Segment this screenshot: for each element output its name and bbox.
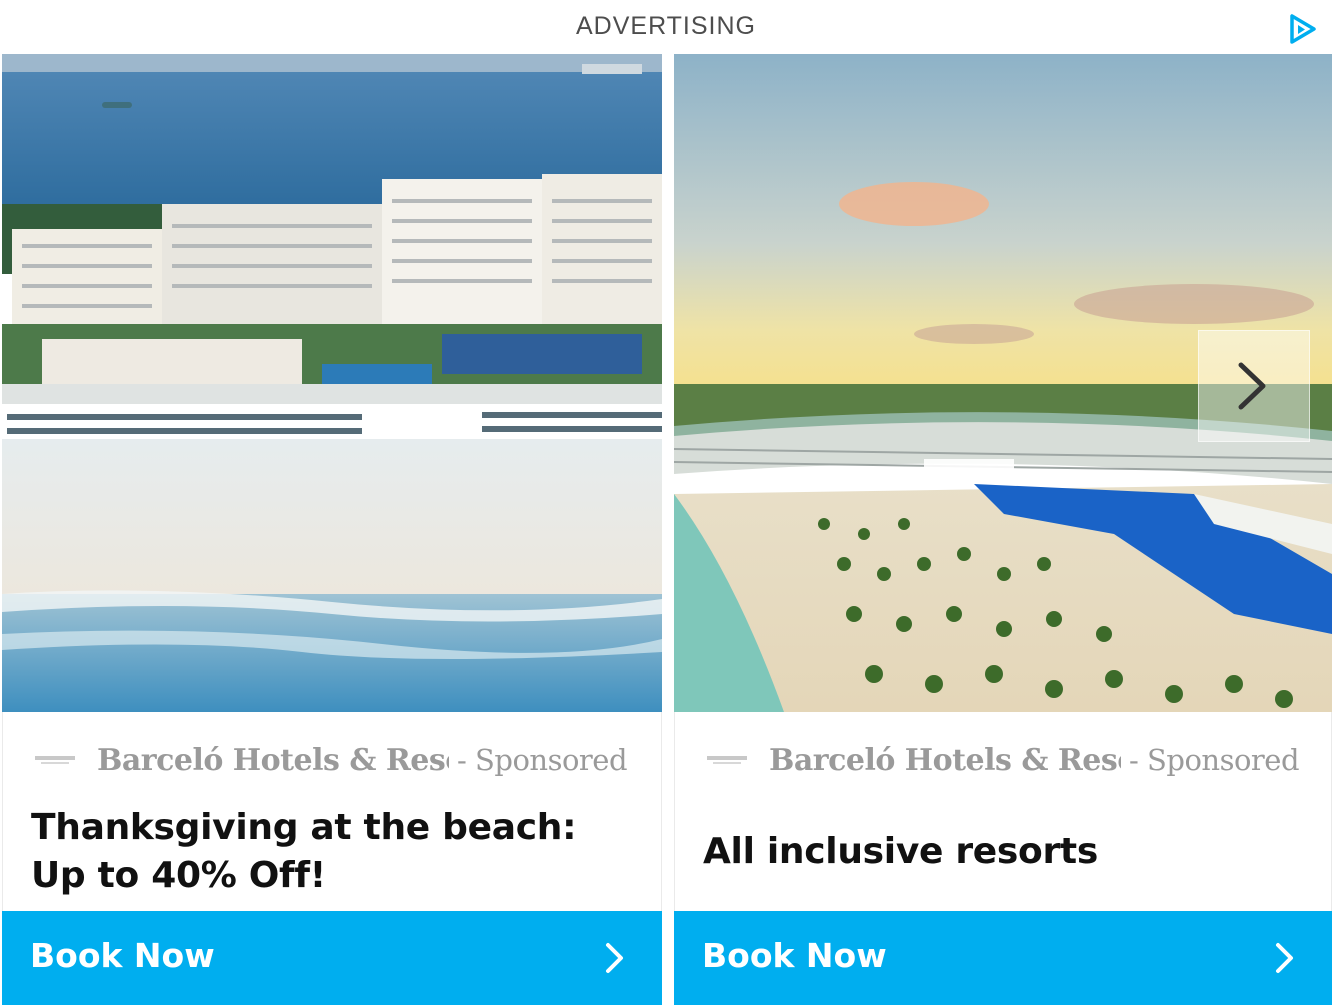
advertising-label: ADVERTISING	[575, 12, 757, 40]
adchoices-icon[interactable]	[1286, 12, 1320, 46]
chevron-right-icon	[1276, 943, 1293, 973]
sponsored-label: - Sponsored	[457, 743, 628, 777]
ad-card-text[interactable]: Barceló Hotels & Resort - Sponsored Than…	[2, 712, 662, 911]
ad-card[interactable]: Barceló Hotels & Resort - Sponsored Than…	[2, 54, 662, 1005]
brand-name: Barceló Hotels & Resort	[769, 742, 1121, 778]
sponsored-label: - Sponsored	[1129, 743, 1300, 777]
chevron-right-icon	[606, 943, 623, 973]
brand-row: Barceló Hotels & Resort - Sponsored	[703, 740, 1311, 780]
brand-logo-icon	[35, 756, 75, 764]
book-now-label: Book Now	[702, 936, 887, 975]
book-now-button[interactable]: Book Now	[2, 911, 662, 1005]
chevron-right-icon	[1238, 362, 1266, 410]
ad-card[interactable]: Barceló Hotels & Resort - Sponsored All …	[674, 54, 1332, 1005]
brand-row: Barceló Hotels & Resort - Sponsored	[31, 740, 641, 780]
ad-header: ADVERTISING	[0, 0, 1332, 54]
book-now-button[interactable]: Book Now	[674, 911, 1332, 1005]
ad-widget: ADVERTISING Barceló Hotels & Res - Spons…	[0, 0, 1332, 1005]
brand-name: Barceló Hotels & Resort	[97, 742, 449, 778]
ad-headline[interactable]: All inclusive resorts	[703, 828, 1303, 876]
ad-headline[interactable]: Thanksgiving at the beach: Up to 40% Off…	[31, 804, 633, 900]
resort-photo[interactable]	[2, 54, 662, 712]
book-now-label: Book Now	[30, 936, 215, 975]
carousel-next-button[interactable]	[1198, 330, 1310, 442]
ad-card-text[interactable]: Barceló Hotels & Resort - Sponsored All …	[674, 712, 1332, 911]
brand-logo-icon	[707, 756, 747, 764]
